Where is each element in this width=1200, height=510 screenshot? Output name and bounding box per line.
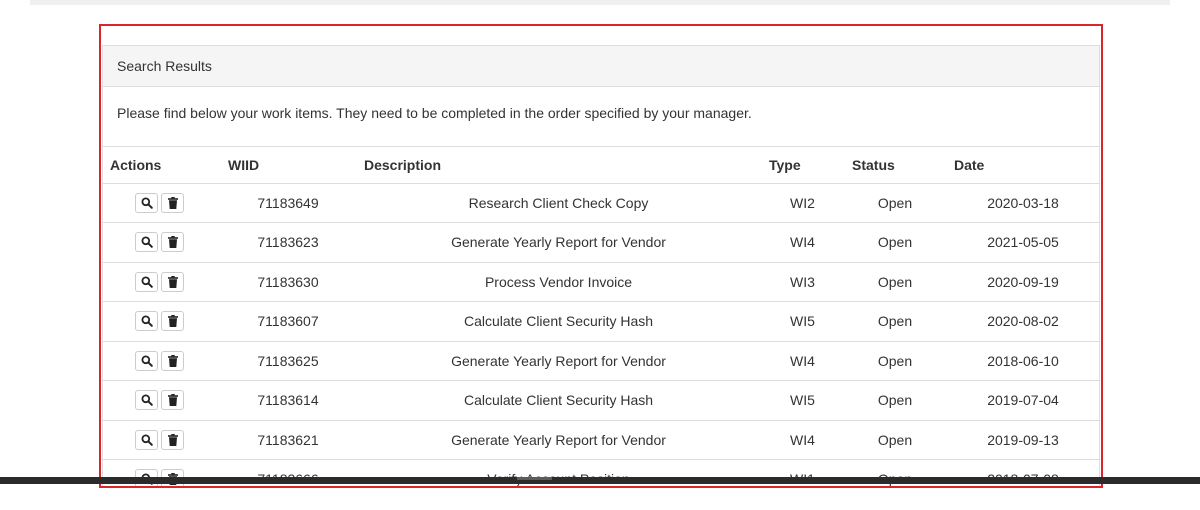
search-results-frame: Search Results Please find below your wo…: [99, 24, 1103, 488]
view-button[interactable]: [135, 429, 158, 450]
date-cell: 2018-06-10: [946, 341, 1100, 381]
actions-cell: [102, 380, 220, 421]
description-cell: Calculate Client Security Hash: [356, 301, 761, 342]
view-button[interactable]: [135, 192, 158, 213]
delete-button[interactable]: [161, 271, 184, 292]
status-cell: Open: [844, 380, 946, 421]
status-cell: Open: [844, 301, 946, 342]
actions-cell: [102, 301, 220, 342]
description-cell: Process Vendor Invoice: [356, 262, 761, 302]
search-results-panel: Search Results Please find below your wo…: [102, 45, 1100, 486]
actions-cell: [102, 341, 220, 381]
actions-cell: [102, 222, 220, 263]
wiid-cell: 71183630: [220, 262, 356, 302]
wiid-cell: 71183614: [220, 380, 356, 421]
view-button[interactable]: [135, 271, 158, 292]
description-cell: Calculate Client Security Hash: [356, 380, 761, 421]
wiid-cell: 71183621: [220, 420, 356, 460]
table-row: 71183623 Generate Yearly Report for Vendo…: [102, 222, 1100, 263]
column-header-wiid: WIID: [220, 147, 356, 184]
wiid-cell: 71183607: [220, 301, 356, 342]
column-header-status: Status: [844, 147, 946, 184]
column-header-description: Description: [356, 147, 761, 184]
table-row: 71183614 Calculate Client Security Hash WI…: [102, 380, 1100, 421]
view-button[interactable]: [135, 232, 158, 253]
actions-cell: [102, 183, 220, 223]
type-cell: WI5: [761, 380, 844, 421]
date-cell: 2019-07-04: [946, 380, 1100, 421]
type-cell: WI2: [761, 183, 844, 223]
description-cell: Generate Yearly Report for Vendor: [356, 420, 761, 460]
column-header-actions: Actions: [102, 147, 220, 184]
delete-button[interactable]: [161, 192, 184, 213]
delete-button[interactable]: [161, 311, 184, 332]
panel-heading: Search Results: [103, 46, 1099, 87]
date-cell: 2021-05-05: [946, 222, 1100, 263]
column-header-type: Type: [761, 147, 844, 184]
date-cell: 2020-08-02: [946, 301, 1100, 342]
date-cell: 2020-03-18: [946, 183, 1100, 223]
actions-cell: [102, 262, 220, 302]
column-header-date: Date: [946, 147, 1100, 184]
table-body: 71183649 Research Client Check Copy WI2 Ope…: [102, 183, 1100, 486]
description-cell: Generate Yearly Report for Vendor: [356, 341, 761, 381]
description-cell: Research Client Check Copy: [356, 183, 761, 223]
status-cell: Open: [844, 420, 946, 460]
scrollbar-thumb[interactable]: [517, 477, 552, 480]
description-cell: Generate Yearly Report for Vendor: [356, 222, 761, 263]
view-button[interactable]: [135, 350, 158, 371]
table-row: 71183607 Calculate Client Security Hash WI…: [102, 301, 1100, 342]
type-cell: WI3: [761, 262, 844, 302]
delete-button[interactable]: [161, 350, 184, 371]
type-cell: WI4: [761, 222, 844, 263]
delete-button[interactable]: [161, 429, 184, 450]
delete-button[interactable]: [161, 232, 184, 253]
table-row: 71183625 Generate Yearly Report for Vendo…: [102, 341, 1100, 381]
table-row: 71183621 Generate Yearly Report for Vendo…: [102, 420, 1100, 460]
view-button[interactable]: [135, 390, 158, 411]
wiid-cell: 71183623: [220, 222, 356, 263]
actions-cell: [102, 420, 220, 460]
top-band: [30, 0, 1170, 5]
type-cell: WI4: [761, 341, 844, 381]
type-cell: WI4: [761, 420, 844, 460]
view-button[interactable]: [135, 311, 158, 332]
status-cell: Open: [844, 262, 946, 302]
wiid-cell: 71183625: [220, 341, 356, 381]
status-cell: Open: [844, 183, 946, 223]
panel-intro-text: Please find below your work items. They …: [103, 87, 1099, 147]
table-row: 71183630 Process Vendor Invoice WI3 Open 202…: [102, 262, 1100, 302]
delete-button[interactable]: [161, 390, 184, 411]
type-cell: WI5: [761, 301, 844, 342]
date-cell: 2019-09-13: [946, 420, 1100, 460]
bottom-bar: [0, 477, 1200, 484]
wiid-cell: 71183649: [220, 183, 356, 223]
status-cell: Open: [844, 341, 946, 381]
table-header-row: Actions WIID Description Type Status Dat…: [102, 147, 1100, 184]
table-row: 71183649 Research Client Check Copy WI2 Ope…: [102, 183, 1100, 223]
date-cell: 2020-09-19: [946, 262, 1100, 302]
status-cell: Open: [844, 222, 946, 263]
work-items-table: Actions WIID Description Type Status Dat…: [102, 147, 1100, 486]
